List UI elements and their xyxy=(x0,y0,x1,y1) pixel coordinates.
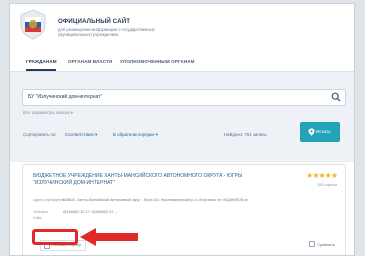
active-tab-indicator xyxy=(26,69,56,71)
search-panel: БУ "Излучинский дом-интернат" Все параме… xyxy=(10,72,354,162)
compare-checkbox xyxy=(309,241,316,247)
compare-toggle[interactable]: Сравнить xyxy=(309,241,335,247)
search-icon[interactable] xyxy=(331,92,341,102)
rating-stars: ★★★★★ xyxy=(306,171,338,180)
highlight-box xyxy=(32,229,78,245)
find-button[interactable]: Искать xyxy=(300,122,340,142)
sort-order-dropdown[interactable]: В обратном порядке ▾ xyxy=(113,132,158,138)
sort-by-dropdown[interactable]: Соответствию ▾ xyxy=(65,132,97,138)
map-pin-icon xyxy=(308,128,315,136)
result-title-line2: "ИЗЛУЧИНСКИЙ ДОМ-ИНТЕРНАТ" xyxy=(33,179,115,186)
search-query: БУ "Излучинский дом-интернат" xyxy=(28,94,103,100)
results-count: Найдено: 761 запись xyxy=(224,132,267,137)
phone-label: Телефон: xyxy=(33,210,49,214)
nav-item-citizens[interactable]: ГРАЖДАНАМ xyxy=(26,59,57,64)
compare-label: Сравнить xyxy=(317,242,335,247)
address-row: Адрес учреждения: 628634, Ханты-Мансийск… xyxy=(33,198,249,202)
site-subtitle: для размещения информации о государствен… xyxy=(58,27,208,37)
emblem-icon xyxy=(20,9,46,40)
address-value: 628634, Ханты-Мансийский Автономный окру… xyxy=(63,198,250,202)
advanced-search-link[interactable]: Все параметры поиска ▾ xyxy=(23,110,73,116)
phone-row: Телефон: 8(34668)2-87-17; 8(34668)2-87-.… xyxy=(33,210,118,214)
phone-value: 8(34668)2-87-17; 8(34668)2-87-... xyxy=(63,210,118,214)
nav-item-authorities[interactable]: ОРГАНАМ ВЛАСТИ xyxy=(68,59,112,64)
browser-frame: ОФИЦИАЛЬНЫЙ САЙТ для размещения информац… xyxy=(9,3,355,256)
find-button-label: Искать xyxy=(316,129,331,134)
search-input[interactable]: БУ "Излучинский дом-интернат" xyxy=(22,89,346,106)
nav-item-authorized-bodies[interactable]: УПОЛНОМОЧЕННЫМ ОРГАНАМ xyxy=(120,59,195,64)
pointer-arrow-icon xyxy=(80,228,138,246)
result-title-line1: БЮДЖЕТНОЕ УЧРЕЖДЕНИЕ ХАНТЫ-МАНСИЙСКОГО А… xyxy=(33,173,243,179)
sort-label: Сортировать по: xyxy=(23,132,57,137)
rating-count: 383 оценки xyxy=(317,183,337,187)
site-title: ОФИЦИАЛЬНЫЙ САЙТ xyxy=(58,18,131,25)
result-title[interactable]: БЮДЖЕТНОЕ УЧРЕЖДЕНИЕ ХАНТЫ-МАНСИЙСКОГО А… xyxy=(33,173,263,186)
site-label: Сайт: xyxy=(33,216,43,220)
main-nav: ГРАЖДАНАМ ОРГАНАМ ВЛАСТИ УПОЛНОМОЧЕННЫМ … xyxy=(10,54,354,72)
site-header: ОФИЦИАЛЬНЫЙ САЙТ для размещения информац… xyxy=(10,4,354,48)
address-label: Адрес учреждения: xyxy=(33,198,66,202)
site-row: Сайт: xyxy=(33,216,42,220)
site-subtitle-line2: (муниципальных) учреждениях xyxy=(58,32,119,37)
